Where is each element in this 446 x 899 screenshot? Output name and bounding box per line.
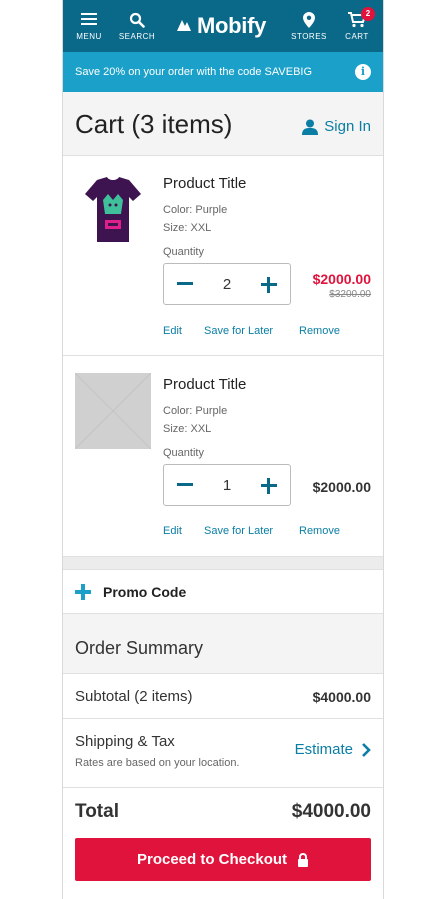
- shipping-label: Shipping & Tax: [75, 733, 175, 750]
- section-divider: [63, 556, 383, 570]
- product-size: Size: XXL: [163, 423, 212, 435]
- location-pin-icon: [303, 12, 315, 28]
- search-label: SEARCH: [118, 32, 156, 41]
- purple-tshirt-icon: [85, 177, 141, 242]
- sign-in-label: Sign In: [324, 118, 371, 135]
- cart-label: CART: [345, 32, 369, 41]
- edit-link[interactable]: Edit: [163, 325, 182, 337]
- proceed-to-checkout-button[interactable]: Proceed to Checkout: [75, 838, 371, 881]
- product-title[interactable]: Product Title: [163, 376, 246, 393]
- save-for-later-link[interactable]: Save for Later: [204, 525, 273, 537]
- edit-link[interactable]: Edit: [163, 525, 182, 537]
- product-color: Color: Purple: [163, 204, 228, 216]
- header-bar: MENU SEARCH Mobify STORES 2 CART: [63, 0, 383, 52]
- decrease-quantity-button[interactable]: [176, 277, 194, 291]
- quantity-label: Quantity: [163, 246, 204, 258]
- menu-button[interactable]: MENU: [65, 10, 113, 44]
- subtotal-label: Subtotal (2 items): [75, 688, 193, 705]
- cart-button[interactable]: 2 CART: [333, 7, 381, 44]
- quantity-value[interactable]: 2: [204, 276, 250, 293]
- promo-banner-text: Save 20% on your order with the code SAV…: [75, 66, 313, 78]
- original-price: $3200.00: [329, 289, 371, 300]
- promo-code-toggle[interactable]: Promo Code: [63, 570, 383, 614]
- placeholder-image-icon: [74, 372, 152, 450]
- cart-count-badge: 2: [361, 7, 375, 21]
- quantity-value[interactable]: 1: [204, 477, 250, 494]
- cart-item: Product Title Color: Purple Size: XXL Qu…: [63, 156, 383, 356]
- cart-page: MENU SEARCH Mobify STORES 2 CART Save 20…: [62, 0, 384, 899]
- quantity-stepper: 2: [163, 263, 291, 305]
- remove-link[interactable]: Remove: [299, 325, 340, 337]
- save-for-later-link[interactable]: Save for Later: [204, 325, 273, 337]
- shipping-note: Rates are based on your location.: [75, 757, 240, 769]
- cart-title-row: Cart (3 items) Sign In: [63, 92, 383, 156]
- estimate-button[interactable]: Estimate: [295, 741, 371, 758]
- stores-label: STORES: [291, 32, 327, 41]
- item-price: $2000.00: [312, 271, 371, 287]
- checkout-label: Proceed to Checkout: [136, 851, 288, 868]
- product-image[interactable]: [74, 372, 152, 450]
- decrease-quantity-button[interactable]: [176, 478, 194, 492]
- quantity-stepper: 1: [163, 464, 291, 506]
- product-size: Size: XXL: [163, 222, 212, 234]
- logo-mark-icon: [177, 20, 191, 31]
- promo-code-label: Promo Code: [103, 584, 187, 600]
- order-summary-header: Order Summary: [63, 614, 383, 674]
- mobify-logo[interactable]: Mobify: [175, 12, 266, 40]
- logo-text: Mobify: [197, 13, 267, 38]
- subtotal-value: $4000.00: [312, 689, 371, 705]
- shipping-row: Shipping & Tax Rates are based on your l…: [63, 719, 383, 788]
- hamburger-icon: [81, 13, 97, 25]
- search-button[interactable]: SEARCH: [113, 10, 161, 44]
- order-summary-title: Order Summary: [75, 638, 204, 658]
- cart-item: Product Title Color: Purple Size: XXL Qu…: [63, 357, 383, 556]
- subtotal-row: Subtotal (2 items) $4000.00: [63, 674, 383, 719]
- plus-icon: [75, 584, 91, 600]
- total-section: Total $4000.00 Proceed to Checkout: [63, 788, 383, 899]
- product-title[interactable]: Product Title: [163, 175, 246, 192]
- remove-link[interactable]: Remove: [299, 525, 340, 537]
- item-price: $2000.00: [312, 479, 371, 495]
- menu-label: MENU: [76, 32, 102, 41]
- sign-in-link[interactable]: Sign In: [302, 118, 371, 135]
- product-image[interactable]: [75, 172, 151, 248]
- chevron-right-icon: [362, 742, 371, 757]
- product-color: Color: Purple: [163, 405, 228, 417]
- search-icon: [129, 12, 145, 28]
- total-value: $4000.00: [291, 801, 371, 822]
- user-icon: [302, 119, 319, 135]
- stores-button[interactable]: STORES: [285, 10, 333, 44]
- quantity-label: Quantity: [163, 447, 204, 459]
- page-title: Cart (3 items): [75, 109, 233, 139]
- total-label: Total: [75, 801, 119, 822]
- increase-quantity-button[interactable]: [260, 477, 278, 495]
- increase-quantity-button[interactable]: [260, 276, 278, 294]
- info-icon[interactable]: i: [355, 64, 371, 80]
- promo-banner: Save 20% on your order with the code SAV…: [63, 52, 383, 92]
- lock-icon: [298, 852, 309, 867]
- estimate-label: Estimate: [294, 741, 353, 758]
